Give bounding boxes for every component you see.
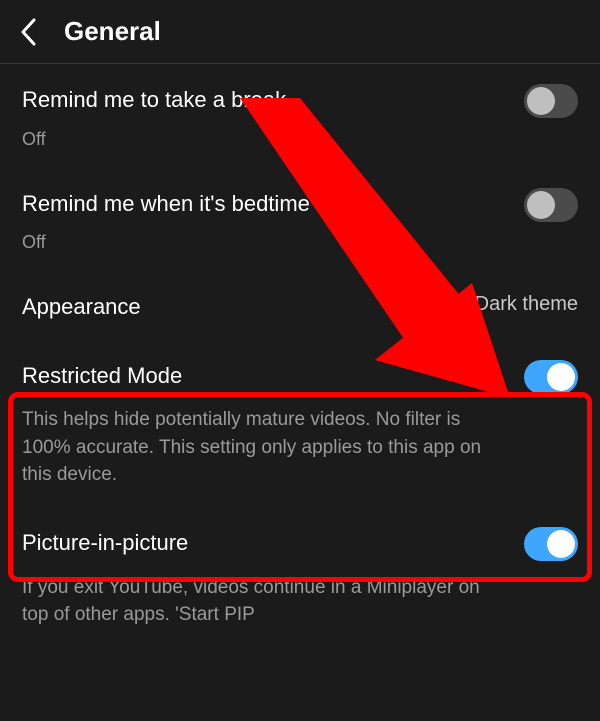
chevron-left-icon (20, 18, 38, 46)
restricted-mode-toggle[interactable] (524, 360, 578, 394)
setting-appearance[interactable]: Appearance Dark theme (0, 271, 600, 340)
setting-desc: If you exit YouTube, videos continue in … (22, 574, 508, 629)
setting-value: Off (22, 129, 508, 150)
setting-remind-bedtime[interactable]: Remind me when it's bedtime Off (0, 168, 600, 272)
settings-list: Remind me to take a break Off Remind me … (0, 64, 600, 647)
toggle-knob (547, 530, 575, 558)
setting-title: Remind me when it's bedtime (22, 190, 508, 219)
header-bar: General (0, 0, 600, 64)
toggle-knob (527, 191, 555, 219)
setting-value: Dark theme (475, 293, 578, 316)
toggle-knob (547, 363, 575, 391)
setting-title: Restricted Mode (22, 362, 508, 391)
setting-main: Picture-in-picture If you exit YouTube, … (22, 529, 578, 629)
setting-value: Off (22, 232, 508, 253)
setting-restricted-mode[interactable]: Restricted Mode This helps hide potentia… (0, 340, 600, 507)
setting-desc: This helps hide potentially mature video… (22, 406, 508, 489)
remind-bedtime-toggle[interactable] (524, 188, 578, 222)
remind-break-toggle[interactable] (524, 84, 578, 118)
setting-main: Remind me to take a break Off (22, 86, 578, 150)
back-icon[interactable] (16, 19, 42, 45)
setting-remind-break[interactable]: Remind me to take a break Off (0, 64, 600, 168)
setting-picture-in-picture[interactable]: Picture-in-picture If you exit YouTube, … (0, 507, 600, 647)
setting-main: Remind me when it's bedtime Off (22, 190, 578, 254)
page-title: General (64, 16, 161, 47)
toggle-knob (527, 87, 555, 115)
setting-title: Picture-in-picture (22, 529, 508, 558)
setting-title: Remind me to take a break (22, 86, 508, 115)
setting-main: Restricted Mode This helps hide potentia… (22, 362, 578, 489)
pip-toggle[interactable] (524, 527, 578, 561)
setting-title: Appearance (22, 293, 508, 322)
